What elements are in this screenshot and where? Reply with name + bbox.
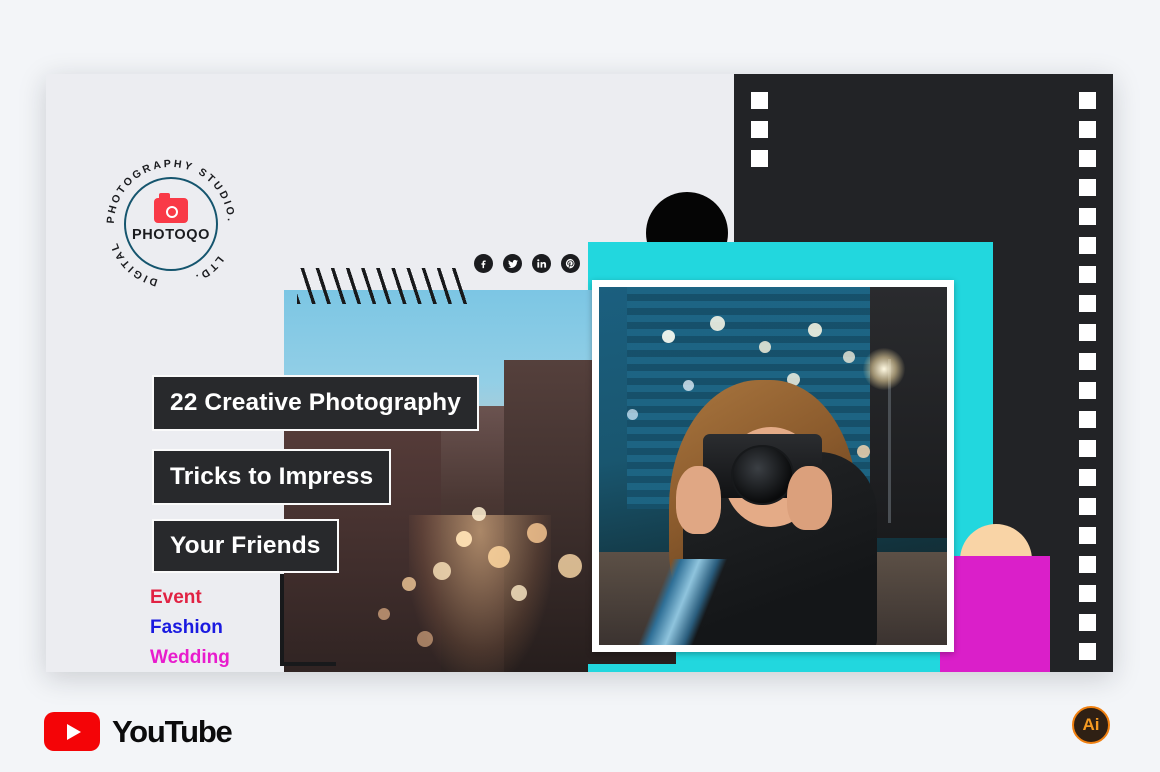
film-perforation — [1079, 411, 1096, 428]
camera-lens — [731, 444, 794, 506]
bokeh-light — [626, 408, 638, 420]
film-perforation — [751, 150, 768, 167]
film-perforation — [1079, 237, 1096, 254]
film-perforation — [1079, 353, 1096, 370]
adobe-illustrator-badge: Ai — [1072, 706, 1110, 744]
bokeh-light — [710, 315, 726, 331]
film-perforation — [1079, 556, 1096, 573]
bokeh-light — [856, 444, 870, 458]
film-perforation — [1079, 440, 1096, 457]
logo-ring — [124, 177, 218, 271]
bokeh-light — [759, 340, 772, 353]
portrait-railing — [599, 559, 780, 645]
photoqo-logo: PHOTOGRAPHY STUDIO. LTD. DIGITAL PHOTOQO — [104, 157, 238, 291]
camera-lens-icon — [166, 206, 178, 218]
bokeh-light — [527, 522, 548, 543]
film-perforation — [1079, 121, 1096, 138]
headline-line-2: Tricks to Impress — [151, 449, 392, 505]
bokeh-light — [661, 329, 675, 343]
bokeh-light — [432, 561, 451, 580]
film-perforation — [1079, 469, 1096, 486]
film-perforation — [751, 121, 768, 138]
diagonal-hatch-decoration — [297, 268, 467, 304]
corner-bracket-decoration — [280, 574, 336, 666]
youtube-badge-icon — [44, 712, 100, 751]
headline-line-1: 22 Creative Photography — [152, 375, 479, 431]
bokeh-light — [842, 351, 855, 364]
portrait-right-hand — [786, 466, 833, 531]
play-triangle-icon — [67, 723, 81, 740]
youtube-logo: YouTube — [44, 712, 233, 751]
category-event[interactable]: Event — [150, 583, 230, 613]
film-perforation — [1079, 643, 1096, 660]
portrait-building-right — [870, 287, 947, 538]
logo-brand-name: PHOTOQO — [131, 227, 211, 243]
film-perforation — [1079, 179, 1096, 196]
portrait-left-hand — [675, 466, 721, 535]
category-wedding[interactable]: Wedding — [150, 643, 230, 672]
youtube-wordmark: YouTube — [112, 713, 233, 749]
bokeh-light — [807, 322, 822, 337]
pinterest-icon[interactable] — [561, 254, 580, 273]
headline-line-3: Your Friends — [152, 519, 339, 573]
film-perforation — [751, 92, 768, 109]
film-perforation — [1079, 324, 1096, 341]
magenta-block — [940, 556, 1050, 672]
film-perforation — [1079, 92, 1096, 109]
category-list: Event Fashion Wedding — [150, 583, 230, 672]
social-icons-row — [474, 254, 580, 273]
linkedin-icon[interactable] — [532, 254, 551, 273]
film-perforation — [1079, 498, 1096, 515]
portrait-lamp-glow — [863, 347, 906, 390]
bokeh-light — [682, 380, 694, 392]
film-perforation — [1079, 527, 1096, 544]
bokeh-light — [487, 546, 510, 569]
category-fashion[interactable]: Fashion — [150, 613, 230, 643]
film-perforation — [1079, 208, 1096, 225]
film-perforation — [1079, 585, 1096, 602]
youtube-thumbnail-card: PHOTOGRAPHY STUDIO. LTD. DIGITAL PHOTOQO — [46, 74, 1113, 672]
film-perforation — [1079, 382, 1096, 399]
film-perforation — [1079, 150, 1096, 167]
twitter-icon[interactable] — [503, 254, 522, 273]
bokeh-light — [401, 577, 416, 592]
facebook-icon[interactable] — [474, 254, 493, 273]
film-perforation — [1079, 614, 1096, 631]
film-perforation — [1079, 295, 1096, 312]
bokeh-light — [456, 530, 473, 547]
film-perforation — [1079, 266, 1096, 283]
photographer-portrait-photo — [592, 280, 954, 652]
cyan-bottom-bar — [588, 664, 993, 672]
